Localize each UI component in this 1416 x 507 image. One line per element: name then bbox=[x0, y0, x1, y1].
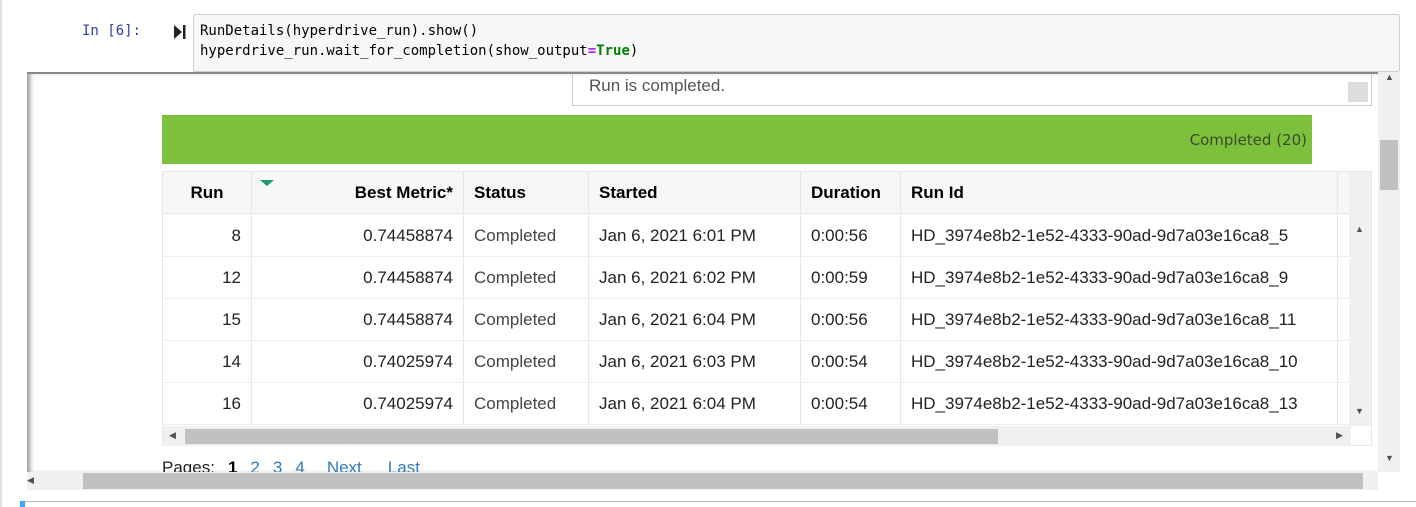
scroll-right-icon[interactable]: ▶ bbox=[1336, 430, 1343, 441]
column-header-status[interactable]: Status bbox=[464, 172, 589, 213]
table-header: Run Best Metric* Status Started Duration… bbox=[163, 172, 1351, 214]
next-page-link[interactable]: Next bbox=[327, 458, 362, 472]
column-header-duration[interactable]: Duration bbox=[801, 172, 901, 213]
cell-status: Completed bbox=[464, 383, 589, 424]
table-vertical-scrollbar[interactable]: ▲ ▼ bbox=[1349, 172, 1371, 426]
table-row[interactable]: 12 0.74458874 Completed Jan 6, 2021 6:02 PM… bbox=[163, 257, 1351, 299]
cell-duration: 0:00:54 bbox=[801, 341, 901, 382]
scroll-up-icon[interactable]: ▲ bbox=[1355, 224, 1364, 234]
status-textarea[interactable]: Run is completed. bbox=[572, 74, 1372, 106]
cell-duration: 0:00:54 bbox=[801, 383, 901, 424]
cell-status: Completed bbox=[464, 299, 589, 340]
cell-run: 14 bbox=[163, 341, 252, 382]
cell-duration: 0:00:56 bbox=[801, 299, 901, 340]
output-horizontal-scrollbar[interactable]: ◀ bbox=[27, 472, 1378, 490]
last-page-link[interactable]: Last bbox=[388, 458, 420, 472]
table-row[interactable]: 15 0.74458874 Completed Jan 6, 2021 6:04 PM… bbox=[163, 299, 1351, 341]
progress-bar: Completed (20) bbox=[162, 115, 1312, 164]
output-area: Run is completed. Completed (20) Run Bes… bbox=[27, 72, 1378, 472]
cell-best-metric: 0.74025974 bbox=[252, 383, 464, 424]
output-vertical-scrollbar[interactable]: ▲ ▼ bbox=[1378, 72, 1400, 472]
cell-started: Jan 6, 2021 6:04 PM bbox=[589, 299, 801, 340]
scroll-thumb[interactable] bbox=[83, 473, 1363, 489]
cell-run: 8 bbox=[163, 215, 252, 256]
cell-run-id: HD_3974e8b2-1e52-4333-90ad-9d7a03e16ca8_… bbox=[901, 215, 1338, 256]
page-link-2[interactable]: 2 bbox=[250, 458, 259, 472]
scroll-thumb[interactable] bbox=[185, 429, 998, 444]
resize-handle[interactable] bbox=[1348, 82, 1368, 102]
cell-best-metric: 0.74458874 bbox=[252, 299, 464, 340]
column-header-run[interactable]: Run bbox=[163, 172, 252, 213]
cell-run-id: HD_3974e8b2-1e52-4333-90ad-9d7a03e16ca8_… bbox=[901, 383, 1338, 424]
column-header-started[interactable]: Started bbox=[589, 172, 801, 213]
table-row[interactable]: 14 0.74025974 Completed Jan 6, 2021 6:03 PM… bbox=[163, 341, 1351, 383]
run-cell-icon[interactable] bbox=[174, 24, 186, 40]
cell-best-metric: 0.74458874 bbox=[252, 257, 464, 298]
code-line: RunDetails(hyperdrive_run).show() bbox=[200, 23, 479, 39]
cell-started: Jan 6, 2021 6:04 PM bbox=[589, 383, 801, 424]
page-current: 1 bbox=[227, 458, 238, 472]
cell-started: Jan 6, 2021 6:01 PM bbox=[589, 215, 801, 256]
code-editor[interactable]: RunDetails(hyperdrive_run).show() hyperd… bbox=[193, 14, 1400, 72]
next-cell[interactable] bbox=[20, 501, 1416, 507]
pages-label: Pages: bbox=[162, 458, 215, 472]
selected-cell-indicator bbox=[20, 501, 25, 507]
cell-best-metric: 0.74025974 bbox=[252, 341, 464, 382]
page-link-3[interactable]: 3 bbox=[273, 458, 282, 472]
column-header-best-metric[interactable]: Best Metric* bbox=[252, 172, 464, 213]
scroll-left-icon[interactable]: ◀ bbox=[169, 430, 176, 441]
status-text: Run is completed. bbox=[589, 76, 726, 95]
notebook-edge bbox=[0, 0, 2, 507]
page-link-4[interactable]: 4 bbox=[295, 458, 304, 472]
cell-status: Completed bbox=[464, 257, 589, 298]
scroll-up-icon[interactable]: ▲ bbox=[1385, 72, 1394, 82]
scroll-left-icon[interactable]: ◀ bbox=[27, 475, 34, 486]
cell-run: 15 bbox=[163, 299, 252, 340]
cell-prompt: In [6]: bbox=[82, 23, 142, 39]
cell-run: 12 bbox=[163, 257, 252, 298]
table-row[interactable]: 16 0.74025974 Completed Jan 6, 2021 6:04 PM… bbox=[163, 383, 1351, 425]
cell-run-id: HD_3974e8b2-1e52-4333-90ad-9d7a03e16ca8_… bbox=[901, 299, 1338, 340]
cell-run-id: HD_3974e8b2-1e52-4333-90ad-9d7a03e16ca8_… bbox=[901, 257, 1338, 298]
cell-best-metric: 0.74458874 bbox=[252, 215, 464, 256]
scroll-thumb[interactable] bbox=[1380, 140, 1398, 190]
progress-label: Completed (20) bbox=[1189, 131, 1307, 149]
cell-status: Completed bbox=[464, 341, 589, 382]
cell-started: Jan 6, 2021 6:02 PM bbox=[589, 257, 801, 298]
sort-descending-icon[interactable] bbox=[260, 180, 274, 186]
cell-duration: 0:00:59 bbox=[801, 257, 901, 298]
cell-duration: 0:00:56 bbox=[801, 215, 901, 256]
cell-status: Completed bbox=[464, 215, 589, 256]
runs-table: Run Best Metric* Status Started Duration… bbox=[162, 171, 1372, 446]
table-horizontal-scrollbar[interactable]: ◀ ▶ bbox=[163, 426, 1351, 446]
column-header-run-id[interactable]: Run Id bbox=[901, 172, 1338, 213]
table-row[interactable]: 8 0.74458874 Completed Jan 6, 2021 6:01 PM 0… bbox=[163, 215, 1351, 257]
cell-run: 16 bbox=[163, 383, 252, 424]
cell-run-id: HD_3974e8b2-1e52-4333-90ad-9d7a03e16ca8_… bbox=[901, 341, 1338, 382]
scroll-down-icon[interactable]: ▼ bbox=[1385, 453, 1394, 463]
pagination: Pages: 1 2 3 4 Next Last bbox=[162, 458, 433, 472]
scroll-down-icon[interactable]: ▼ bbox=[1355, 406, 1364, 416]
cell-started: Jan 6, 2021 6:03 PM bbox=[589, 341, 801, 382]
code-line: hyperdrive_run.wait_for_completion(show_… bbox=[200, 43, 639, 59]
